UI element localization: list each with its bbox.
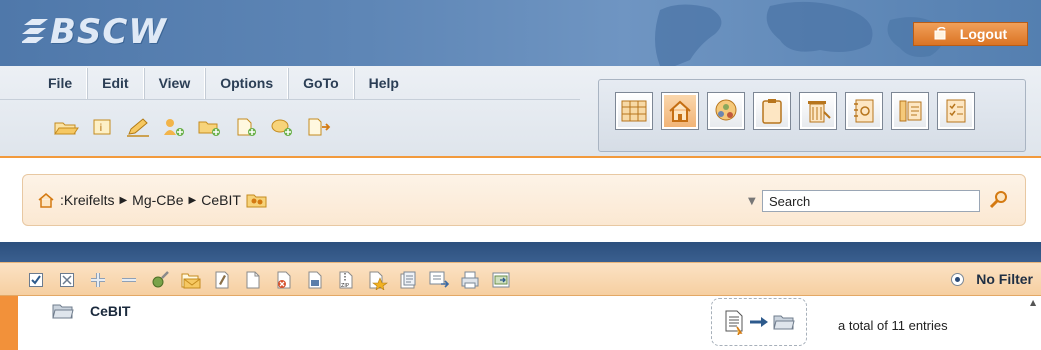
breadcrumb-item[interactable]: Mg-CBe: [132, 192, 183, 208]
scroll-up-icon[interactable]: ▲: [1030, 298, 1036, 307]
send-email-icon[interactable]: [179, 269, 203, 291]
main-toolbar: i: [52, 116, 331, 138]
message-icon[interactable]: [427, 269, 451, 291]
menu-divider: [0, 99, 580, 100]
app-header: BSCW Logout: [0, 0, 1041, 66]
svg-text:ZIP: ZIP: [341, 283, 349, 289]
drag-drop-area[interactable]: [711, 298, 807, 346]
breadcrumb-item[interactable]: CeBIT: [201, 192, 241, 208]
menu-file[interactable]: File: [34, 68, 88, 99]
header-band: [0, 242, 1041, 262]
filter-label: No Filter: [976, 271, 1033, 287]
menu-goto[interactable]: GoTo: [288, 68, 354, 99]
target-folder-icon: [773, 315, 795, 330]
tools-icon[interactable]: [148, 269, 172, 291]
community-icon[interactable]: [707, 92, 745, 130]
shared-folder-icon[interactable]: [246, 191, 268, 209]
breadcrumb-item[interactable]: :Kreifelts: [60, 192, 114, 208]
folder-row[interactable]: CeBIT: [52, 302, 130, 320]
bscw-logo: BSCW: [22, 12, 167, 52]
logout-label: Logout: [959, 26, 1008, 42]
zip-icon[interactable]: ZIP: [334, 269, 358, 291]
properties-icon[interactable]: [396, 269, 420, 291]
breadcrumb: :Kreifelts ▶ Mg-CBe ▶ CeBIT: [37, 191, 268, 209]
home-small-icon[interactable]: [37, 192, 55, 208]
svg-text:i: i: [99, 123, 102, 134]
filter-radio-icon[interactable]: [951, 272, 965, 286]
logout-button[interactable]: Logout: [913, 22, 1028, 46]
deselect-icon[interactable]: [55, 269, 79, 291]
clipboard-icon[interactable]: [753, 92, 791, 130]
expand-icon[interactable]: [86, 269, 110, 291]
new-folder-icon[interactable]: [196, 116, 223, 138]
info-icon[interactable]: i: [88, 116, 115, 138]
edit-pencil-icon[interactable]: [124, 116, 151, 138]
entries-count: a total of 11 entries: [838, 318, 948, 333]
document-icon: [725, 310, 743, 335]
archive-icon[interactable]: [303, 269, 327, 291]
waste-bin-icon[interactable]: [799, 92, 837, 130]
search-input[interactable]: [762, 190, 980, 212]
collapse-icon[interactable]: [117, 269, 141, 291]
breadcrumb-separator-icon: ▶: [119, 194, 128, 206]
home-icon[interactable]: [661, 92, 699, 130]
search-icon[interactable]: [988, 189, 1010, 211]
print-icon[interactable]: [458, 269, 482, 291]
attach-icon[interactable]: [210, 269, 234, 291]
action-icons: ZIP: [24, 269, 513, 291]
folder-icon: [52, 304, 74, 319]
arrow-right-icon: [750, 317, 768, 327]
select-all-icon[interactable]: [24, 269, 48, 291]
accent-line: [0, 156, 1041, 158]
open-folder-icon[interactable]: [52, 116, 79, 138]
menu-edit[interactable]: Edit: [87, 68, 144, 99]
filter-toggle[interactable]: No Filter: [951, 271, 1033, 287]
export-list-icon[interactable]: [489, 269, 513, 291]
rate-icon[interactable]: [365, 269, 389, 291]
workspace-grid-icon[interactable]: [615, 92, 653, 130]
nav-icons: [615, 92, 975, 130]
calendar-icon[interactable]: [891, 92, 929, 130]
logo-text: BSCW: [50, 12, 167, 52]
menu-options[interactable]: Options: [205, 68, 289, 99]
breadcrumb-separator-icon: ▶: [188, 194, 197, 206]
search-dropdown-icon[interactable]: ▼: [748, 196, 756, 207]
new-document-icon[interactable]: [232, 116, 259, 138]
address-book-icon[interactable]: [845, 92, 883, 130]
action-toolbar: ZIP No Filter: [0, 262, 1041, 296]
copy-icon[interactable]: [241, 269, 265, 291]
menu-help[interactable]: Help: [353, 68, 413, 99]
delete-icon[interactable]: [272, 269, 296, 291]
content-stripe: [0, 296, 18, 350]
main-menu: File Edit View Options GoTo Help: [34, 68, 413, 99]
logout-icon: [934, 27, 946, 40]
add-member-icon[interactable]: [160, 116, 187, 138]
add-discussion-icon[interactable]: [268, 116, 295, 138]
menu-view[interactable]: View: [143, 68, 206, 99]
export-icon[interactable]: [304, 116, 331, 138]
location-bar: :Kreifelts ▶ Mg-CBe ▶ CeBIT ▼: [22, 174, 1026, 226]
world-map-decoration: [655, 1, 944, 66]
logo-stripes-icon: [22, 19, 48, 43]
task-list-icon[interactable]: [937, 92, 975, 130]
folder-name[interactable]: CeBIT: [90, 303, 130, 319]
